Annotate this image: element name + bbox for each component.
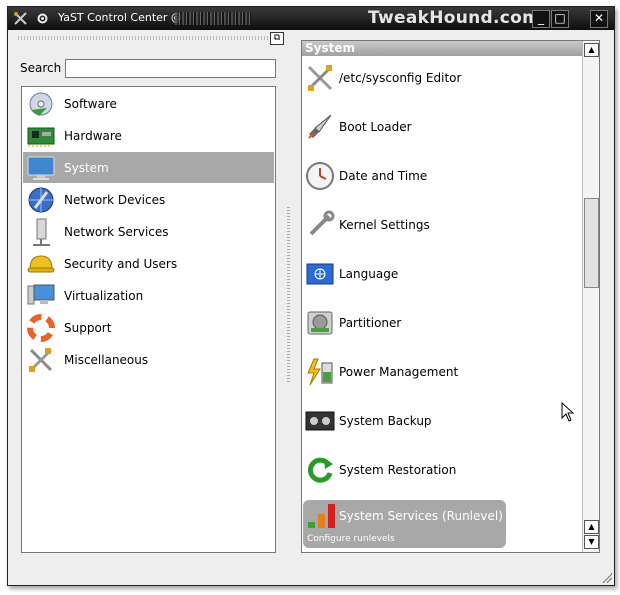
wrench-icon <box>303 208 337 242</box>
category-virtualization[interactable]: Virtualization <box>23 280 274 311</box>
hard-disk-icon <box>303 306 337 340</box>
category-network-devices[interactable]: Network Devices <box>23 184 274 215</box>
module-system-services-runlevel[interactable]: System Services (Runlevel) Configure run… <box>303 500 506 548</box>
module-label: Boot Loader <box>339 120 412 134</box>
category-system[interactable]: System <box>23 152 274 183</box>
module-label: System Restoration <box>339 463 457 477</box>
wrench-screwdriver-icon <box>303 61 337 95</box>
undock-icon[interactable]: ⧉ <box>270 32 284 45</box>
category-label: Security and Users <box>64 256 178 271</box>
un-flag-icon <box>303 257 337 291</box>
module-system-backup[interactable]: System Backup <box>303 401 581 441</box>
dock-handle[interactable] <box>18 36 271 40</box>
module-description: Configure runlevels <box>307 534 395 544</box>
category-label: Miscellaneous <box>64 352 149 367</box>
yast-app-icon[interactable] <box>12 10 29 27</box>
category-miscellaneous[interactable]: Miscellaneous <box>23 344 274 375</box>
module-sysconfig-editor[interactable]: /etc/sysconfig Editor <box>303 58 581 98</box>
title-bar[interactable]: YaST Control Center @ TweakHound.com _ □… <box>8 7 614 30</box>
category-list: Software Hardware System Network Devices… <box>21 86 276 553</box>
module-label: System Services (Runlevel) <box>339 509 503 523</box>
tape-icon <box>303 404 337 438</box>
mouse-cursor-icon <box>561 402 575 422</box>
category-support[interactable]: Support <box>23 312 274 343</box>
module-boot-loader[interactable]: Boot Loader <box>303 107 581 147</box>
hard-hat-icon <box>25 249 57 279</box>
module-label: Language <box>339 267 399 281</box>
server-tower-icon <box>25 217 57 247</box>
window-title: YaST Control Center @ <box>58 11 182 24</box>
module-scrollbar[interactable]: ▲ ▲ ▼ <box>582 41 599 552</box>
globe-network-icon <box>25 185 57 215</box>
module-label: Power Management <box>339 365 459 379</box>
module-label: Partitioner <box>339 316 402 330</box>
module-language[interactable]: Language <box>303 254 581 294</box>
category-label: Network Devices <box>64 192 166 207</box>
category-label: Virtualization <box>64 288 144 303</box>
yast-window: YaST Control Center @ TweakHound.com _ □… <box>7 6 615 586</box>
tools-icon <box>25 345 57 375</box>
category-software[interactable]: Software <box>23 88 274 119</box>
minimize-button[interactable]: _ <box>532 10 550 28</box>
monitor-icon <box>25 153 57 183</box>
category-label: System <box>64 160 109 175</box>
category-network-services[interactable]: Network Services <box>23 216 274 247</box>
category-label: Network Services <box>64 224 169 239</box>
module-panel: System /etc/sysconfig Editor Boot Loader… <box>301 40 600 553</box>
category-label: Hardware <box>64 128 122 143</box>
module-date-time[interactable]: Date and Time <box>303 156 581 196</box>
scroll-thumb[interactable] <box>584 198 599 288</box>
module-partitioner[interactable]: Partitioner <box>303 303 581 343</box>
close-button[interactable]: ✕ <box>590 10 608 28</box>
category-security-users[interactable]: Security and Users <box>23 248 274 279</box>
runlevel-bars-icon <box>305 500 339 534</box>
lifebuoy-icon <box>25 313 57 343</box>
scroll-down-icon[interactable]: ▼ <box>584 535 599 549</box>
search-label: Search <box>20 61 62 75</box>
maximize-button[interactable]: □ <box>551 10 569 28</box>
module-label: Date and Time <box>339 169 428 183</box>
scroll-up-top-icon[interactable]: ▲ <box>584 43 599 57</box>
module-system-restoration[interactable]: System Restoration <box>303 450 581 490</box>
green-refresh-icon <box>303 453 337 487</box>
virtual-monitor-icon <box>25 281 57 311</box>
window-menu-icon[interactable] <box>34 10 51 27</box>
watermark-brand: TweakHound.com <box>368 8 541 28</box>
module-label: Kernel Settings <box>339 218 430 232</box>
module-group-header: System <box>302 41 585 56</box>
search-input[interactable] <box>65 59 276 78</box>
category-label: Support <box>64 320 112 335</box>
module-power-management[interactable]: Power Management <box>303 352 581 392</box>
resize-grip[interactable] <box>602 573 612 583</box>
hostname-redacted <box>175 12 251 25</box>
category-hardware[interactable]: Hardware <box>23 120 274 151</box>
battery-bolt-icon <box>303 355 337 389</box>
module-kernel-settings[interactable]: Kernel Settings <box>303 205 581 245</box>
module-label: System Backup <box>339 414 432 428</box>
clock-icon <box>303 159 337 193</box>
software-cd-icon <box>25 89 57 119</box>
rocket-icon <box>303 110 337 144</box>
module-label: /etc/sysconfig Editor <box>339 71 462 85</box>
circuit-board-icon <box>25 121 57 151</box>
category-label: Software <box>64 96 117 111</box>
pane-splitter[interactable] <box>287 207 290 382</box>
scroll-up-icon[interactable]: ▲ <box>584 520 599 534</box>
